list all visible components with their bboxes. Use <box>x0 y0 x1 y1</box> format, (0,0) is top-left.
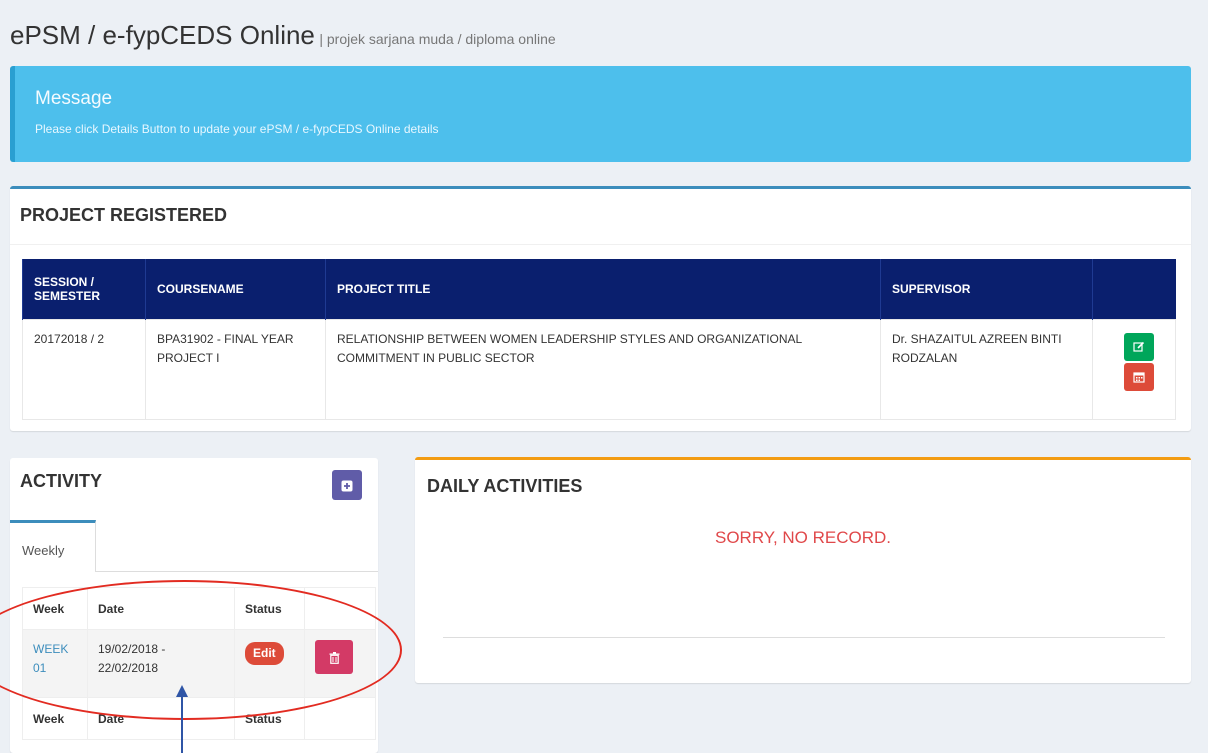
col-week: Week <box>22 587 88 630</box>
col-action <box>304 587 376 630</box>
cell-actions <box>1092 318 1176 420</box>
cell-supervisor: Dr. SHAZAITUL AZREEN BINTI RODZALAN <box>880 318 1093 420</box>
delete-button[interactable] <box>315 640 353 674</box>
footer-status: Status <box>234 697 305 740</box>
trash-icon <box>329 651 339 664</box>
week-link[interactable]: WEEK 01 <box>33 642 68 675</box>
schedule-button[interactable] <box>1124 362 1154 391</box>
table-row: 20172018 / 2 BPA31902 - FINAL YEAR PROJE… <box>22 318 1176 420</box>
cell-project-title: RELATIONSHIP BETWEEN WOMEN LEADERSHIP ST… <box>325 318 881 420</box>
add-activity-button[interactable] <box>332 470 362 500</box>
edit-icon <box>1133 342 1145 352</box>
plus-square-icon <box>341 480 353 492</box>
calendar-icon <box>1133 372 1145 383</box>
col-supervisor: SUPERVISOR <box>880 259 1093 319</box>
project-box-title: PROJECT REGISTERED <box>20 205 228 225</box>
cell-week: WEEK 01 <box>22 629 88 698</box>
details-button[interactable] <box>1124 332 1154 361</box>
app-title: ePSM / e-fypCEDS Online <box>10 20 315 50</box>
footer-date: Date <box>87 697 235 740</box>
col-date: Date <box>87 587 235 630</box>
activity-tabs: Weekly <box>10 520 378 572</box>
activity-box: ACTIVITY Weekly Week Date Status WEEK 01… <box>10 458 378 753</box>
project-registered-box: PROJECT REGISTERED SESSION / SEMESTER CO… <box>10 186 1191 431</box>
message-title: Message <box>35 88 113 109</box>
message-text: Please click Details Button to update yo… <box>35 122 439 136</box>
project-table: SESSION / SEMESTER COURSENAME PROJECT TI… <box>22 259 1176 420</box>
col-coursename: COURSENAME <box>145 259 326 319</box>
cell-status: Edit <box>234 629 305 698</box>
cell-delete <box>304 629 376 698</box>
activity-title: ACTIVITY <box>20 471 103 491</box>
cell-course: BPA31902 - FINAL YEAR PROJECT I <box>145 318 326 420</box>
page-header: ePSM / e-fypCEDS Online | projek sarjana… <box>10 20 556 51</box>
daily-activities-box: DAILY ACTIVITIES SORRY, NO RECORD. <box>415 457 1191 683</box>
cell-session: 20172018 / 2 <box>22 318 146 420</box>
footer-week: Week <box>22 697 88 740</box>
table-row: WEEK 01 19/02/2018 - 22/02/2018 Edit <box>22 629 376 698</box>
divider <box>443 637 1165 638</box>
message-callout: Message Please click Details Button to u… <box>10 66 1191 162</box>
app-subtitle: | projek sarjana muda / diploma online <box>319 31 556 47</box>
footer-action <box>304 697 376 740</box>
col-status: Status <box>234 587 305 630</box>
col-session: SESSION / SEMESTER <box>22 259 146 319</box>
table-footer-row: Week Date Status <box>22 697 376 740</box>
cell-date: 19/02/2018 - 22/02/2018 <box>87 629 235 698</box>
col-actions <box>1092 259 1176 319</box>
weekly-table: Week Date Status WEEK 01 19/02/2018 - 22… <box>22 587 376 740</box>
edit-status-badge[interactable]: Edit <box>245 642 284 665</box>
tab-weekly[interactable]: Weekly <box>10 520 96 572</box>
daily-title: DAILY ACTIVITIES <box>427 476 583 496</box>
col-project-title: PROJECT TITLE <box>325 259 881 319</box>
divider <box>10 244 1191 245</box>
no-record-message: SORRY, NO RECORD. <box>714 528 892 547</box>
